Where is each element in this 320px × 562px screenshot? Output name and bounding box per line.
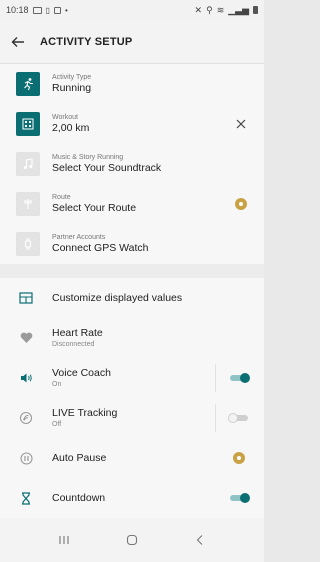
auto-pause-label: Auto Pause	[52, 451, 107, 464]
back-nav-button[interactable]	[180, 525, 220, 555]
clear-workout-button[interactable]	[230, 119, 252, 129]
voice-coach-row: Voice Coach On	[0, 358, 264, 398]
live-tracking-toggle[interactable]	[228, 412, 250, 424]
live-tracking-icon	[16, 408, 36, 428]
back-icon	[196, 535, 203, 545]
home-icon	[126, 534, 138, 546]
display-values-icon	[16, 288, 36, 308]
mute-icon: ✕	[194, 4, 203, 15]
home-button[interactable]	[112, 525, 152, 555]
auto-pause-row[interactable]: Auto Pause	[0, 438, 264, 478]
live-tracking-row: LIVE Tracking Off	[0, 398, 264, 438]
signal-icon: ▁▃▅	[228, 4, 249, 15]
watch-icon	[16, 232, 40, 256]
notification-dot-icon	[53, 6, 61, 14]
workout-value: 2,00 km	[52, 122, 90, 134]
live-tracking-status: Off	[52, 421, 62, 428]
divider	[215, 364, 216, 392]
countdown-toggle[interactable]	[228, 492, 250, 504]
divider	[215, 404, 216, 432]
activity-type-row[interactable]: Activity Type Running	[0, 64, 264, 104]
voice-coach-status: On	[52, 381, 62, 388]
countdown-label: Countdown	[52, 491, 106, 504]
route-sign-icon	[16, 192, 40, 216]
system-nav-bar	[0, 518, 264, 562]
workout-label: Workout	[52, 114, 78, 121]
activity-setup-list: Activity Type Running Workout 2,00 km Mu…	[0, 64, 264, 264]
partner-accounts-label: Partner Accounts	[52, 234, 106, 241]
premium-badge-icon	[233, 452, 245, 464]
section-divider	[0, 264, 264, 278]
image-icon	[32, 6, 42, 14]
heart-rate-label: Heart Rate	[52, 327, 103, 339]
workout-row[interactable]: Workout 2,00 km	[0, 104, 264, 144]
battery-icon	[253, 6, 258, 14]
recents-button[interactable]	[44, 525, 84, 555]
page-title: ACTIVITY SETUP	[40, 35, 133, 48]
partner-accounts-row[interactable]: Partner Accounts Connect GPS Watch	[0, 224, 264, 264]
heart-rate-row[interactable]: Heart Rate Disconnected	[0, 318, 264, 358]
activity-type-value: Running	[52, 82, 92, 94]
route-row[interactable]: Route Select Your Route	[0, 184, 264, 224]
screen-icon: ▯	[45, 5, 50, 15]
music-value: Select Your Soundtrack	[52, 162, 162, 174]
voice-coach-icon	[16, 368, 36, 388]
heart-rate-status: Disconnected	[52, 341, 95, 348]
music-row[interactable]: Music & Story Running Select Your Soundt…	[0, 144, 264, 184]
status-time: 10:18	[6, 5, 29, 15]
workout-grid-icon	[16, 112, 40, 136]
recents-icon	[59, 536, 69, 544]
runner-icon	[16, 72, 40, 96]
back-button[interactable]	[2, 20, 34, 64]
customize-values-label: Customize displayed values	[52, 291, 183, 304]
route-label: Route	[52, 194, 71, 201]
premium-badge-icon	[235, 198, 247, 210]
status-bar: 10:18 ▯ • ✕ ⚲ ≋ ▁▃▅	[0, 0, 264, 20]
location-icon: ⚲	[206, 4, 213, 15]
voice-coach-label: Voice Coach	[52, 367, 111, 379]
arrow-left-icon	[11, 36, 24, 47]
close-icon	[236, 119, 246, 129]
live-tracking-label: LIVE Tracking	[52, 407, 118, 419]
customize-values-row[interactable]: Customize displayed values	[0, 278, 264, 318]
heart-icon	[16, 328, 36, 348]
activity-type-label: Activity Type	[52, 74, 92, 81]
hourglass-icon	[16, 488, 36, 508]
route-value: Select Your Route	[52, 202, 137, 214]
activity-settings-list: Customize displayed values Heart Rate Di…	[0, 278, 264, 518]
music-note-icon	[16, 152, 40, 176]
app-header: ACTIVITY SETUP	[0, 20, 264, 64]
partner-accounts-value: Connect GPS Watch	[52, 242, 149, 254]
music-label: Music & Story Running	[52, 154, 124, 161]
pause-icon	[16, 448, 36, 468]
wifi-icon: ≋	[216, 4, 225, 15]
countdown-row: Countdown	[0, 478, 264, 518]
voice-coach-toggle[interactable]	[228, 372, 250, 384]
